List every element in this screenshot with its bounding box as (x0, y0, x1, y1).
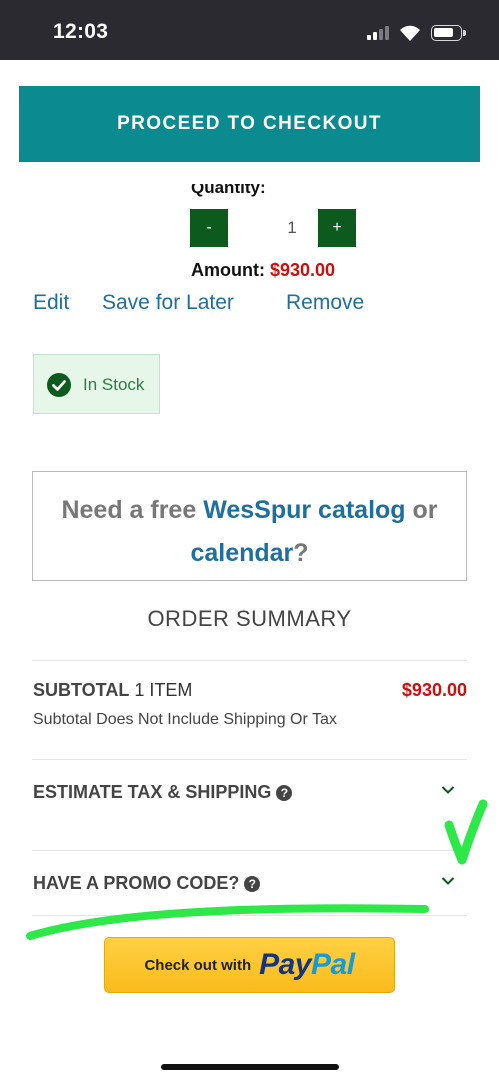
annotation-checkmark (444, 799, 488, 865)
estimate-tax-shipping-toggle[interactable]: ESTIMATE TAX & SHIPPING? (33, 782, 467, 812)
paypal-prefix-text: Check out with (144, 956, 252, 974)
status-time: 12:03 (53, 20, 109, 43)
edit-link[interactable]: Edit (33, 291, 69, 315)
paypal-logo: PayPal (259, 948, 355, 982)
status-bar: 12:03 (0, 0, 499, 60)
annotation-underline (26, 904, 429, 940)
stock-status-text: In Stock (83, 375, 145, 394)
subtotal-note: Subtotal Does Not Include Shipping Or Ta… (33, 711, 337, 728)
subtotal-label: SUBTOTAL 1 ITEM (33, 680, 192, 701)
paypal-logo-pay: Pay (259, 948, 312, 981)
amount-label: Amount: (191, 260, 265, 280)
catalog-request-box: Need a free WesSpur catalog or calendar? (32, 471, 467, 581)
divider (32, 660, 467, 661)
check-circle-icon (47, 373, 71, 397)
amount-value: $930.00 (270, 260, 336, 280)
amount-row: Amount: $930.00 (191, 260, 335, 281)
divider (32, 850, 467, 851)
order-summary-title: ORDER SUMMARY (147, 606, 352, 631)
increment-quantity-button[interactable]: + (318, 209, 356, 247)
catalog-link[interactable]: WesSpur catalog (203, 496, 405, 524)
catalog-prefix-text: Need a free (61, 496, 204, 524)
divider (32, 759, 467, 760)
stock-status-badge: In Stock (33, 354, 160, 414)
promo-code-toggle[interactable]: HAVE A PROMO CODE?? (33, 873, 467, 903)
quantity-label: Quantity: (191, 178, 266, 197)
subtotal-item-count: 1 ITEM (134, 680, 193, 700)
wifi-icon (400, 25, 420, 41)
catalog-middle-text: or (405, 496, 438, 524)
chevron-down-icon[interactable] (441, 785, 455, 795)
promo-code-text: HAVE A PROMO CODE? (33, 873, 240, 893)
paypal-logo-pal: Pal (311, 948, 355, 981)
home-indicator[interactable] (161, 1064, 339, 1070)
promo-code-label: HAVE A PROMO CODE?? (33, 873, 261, 894)
subtotal-value: $930.00 (401, 680, 467, 700)
decrement-quantity-button[interactable]: - (190, 209, 228, 247)
save-for-later-link[interactable]: Save for Later (102, 291, 234, 315)
question-circle-icon[interactable]: ? (244, 876, 261, 892)
proceed-to-checkout-button[interactable]: PROCEED TO CHECKOUT (19, 86, 480, 162)
question-circle-icon[interactable]: ? (276, 785, 293, 801)
quantity-value[interactable]: 1 (272, 218, 312, 238)
chevron-down-icon[interactable] (441, 876, 455, 886)
estimate-tax-shipping-text: ESTIMATE TAX & SHIPPING (33, 782, 272, 802)
calendar-link[interactable]: calendar (190, 539, 293, 567)
remove-link[interactable]: Remove (286, 291, 364, 315)
estimate-tax-shipping-label: ESTIMATE TAX & SHIPPING? (33, 782, 293, 803)
divider (32, 915, 467, 916)
paypal-checkout-button[interactable]: Check out with PayPal (104, 937, 395, 993)
battery-icon (431, 25, 466, 41)
cellular-signal-icon (367, 26, 391, 40)
catalog-suffix-text: ? (293, 539, 309, 567)
subtotal-heading: SUBTOTAL (33, 680, 130, 700)
